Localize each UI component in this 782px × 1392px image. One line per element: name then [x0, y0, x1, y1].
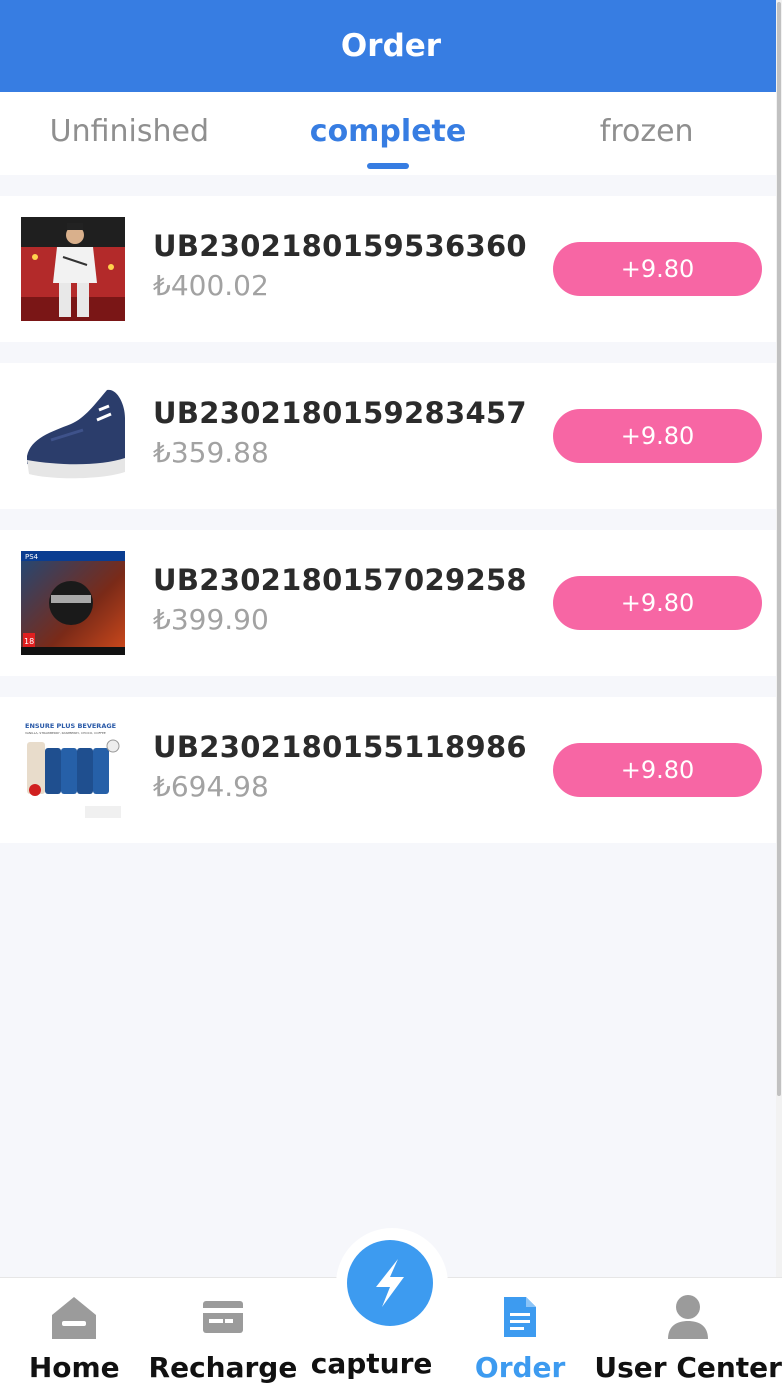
order-status-tabs: Unfinished complete frozen [0, 92, 776, 175]
order-price: ₺400.02 [153, 269, 269, 302]
order-row[interactable]: UB2302180159536360 ₺400.02 +9.80 [0, 196, 776, 342]
user-icon [662, 1291, 714, 1343]
order-price: ₺694.98 [153, 770, 269, 803]
tabbar-label: Recharge [148, 1351, 298, 1384]
order-number: UB2302180159283457 [153, 396, 527, 430]
commission-button[interactable]: +9.80 [553, 242, 762, 296]
order-number: UB2302180159536360 [153, 229, 527, 263]
tab-unfinished[interactable]: Unfinished [0, 92, 259, 175]
tabbar-label: capture [310, 1347, 433, 1380]
capture-button[interactable] [347, 1240, 433, 1326]
tabbar-home[interactable]: Home [0, 1278, 149, 1392]
active-tab-indicator [367, 163, 409, 169]
order-list: UB2302180159536360 ₺400.02 +9.80 UB23021… [0, 196, 776, 864]
order-row[interactable]: PS4 18 UB2302180157029258 ₺399.90 +9.80 [0, 530, 776, 676]
tab-label: Unfinished [49, 114, 210, 149]
tabbar-user-center[interactable]: User Center [594, 1278, 782, 1392]
scrollbar-thumb[interactable] [777, 2, 781, 1096]
beverage-subtitle: VANILLA, STRAWBERRY, RASPBERRY, CHOCO, C… [25, 731, 106, 735]
tabbar-recharge[interactable]: Recharge [148, 1278, 298, 1392]
product-thumbnail [21, 217, 125, 321]
commission-button[interactable]: +9.80 [553, 409, 762, 463]
tabbar-order[interactable]: Order [446, 1278, 595, 1392]
order-price: ₺399.90 [153, 603, 269, 636]
app-header: Order [0, 0, 782, 92]
tabbar-label: Home [28, 1351, 120, 1384]
tabbar-label: Order [474, 1351, 566, 1384]
ps4-label: PS4 [25, 553, 39, 561]
tab-label: complete [309, 114, 467, 149]
page-title: Order [340, 28, 442, 64]
tab-complete[interactable]: complete [259, 92, 518, 175]
scrollbar[interactable] [776, 0, 782, 1392]
tab-frozen[interactable]: frozen [517, 92, 776, 175]
order-number: UB2302180155118986 [153, 730, 527, 764]
order-row[interactable]: UB2302180159283457 ₺359.88 +9.80 [0, 363, 776, 509]
lightning-icon [376, 1259, 404, 1307]
commission-button[interactable]: +9.80 [553, 576, 762, 630]
beverage-title: ENSURE PLUS BEVERAGE [25, 722, 116, 730]
tabbar-label: User Center [594, 1351, 782, 1384]
document-icon [494, 1291, 546, 1343]
card-icon [197, 1291, 249, 1343]
order-row[interactable]: ENSURE PLUS BEVERAGE VANILLA, STRAWBERRY… [0, 697, 776, 843]
tab-label: frozen [599, 114, 694, 149]
product-thumbnail: PS4 18 [21, 551, 125, 655]
order-number: UB2302180157029258 [153, 563, 527, 597]
home-icon [48, 1291, 100, 1343]
commission-button[interactable]: +9.80 [553, 743, 762, 797]
product-thumbnail [21, 384, 125, 488]
product-thumbnail: ENSURE PLUS BEVERAGE VANILLA, STRAWBERRY… [21, 718, 125, 822]
order-price: ₺359.88 [153, 436, 269, 469]
age-rating-label: 18 [24, 637, 34, 646]
